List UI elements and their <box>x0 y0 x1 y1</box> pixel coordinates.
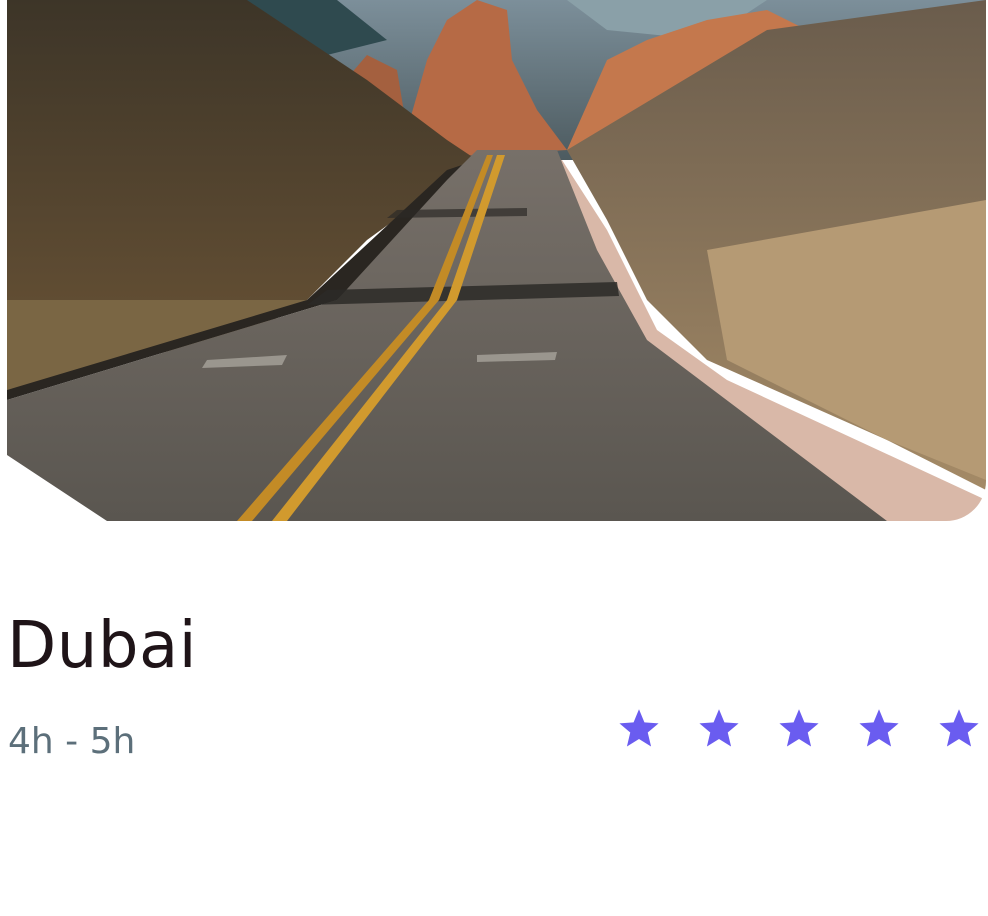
star-icon[interactable] <box>614 704 664 754</box>
destination-photo[interactable] <box>7 0 986 521</box>
star-icon[interactable] <box>854 704 904 754</box>
destination-title: Dubai <box>7 609 197 683</box>
trip-duration: 4h - 5h <box>8 721 136 762</box>
star-rating[interactable] <box>614 704 984 754</box>
destination-card[interactable]: Dubai 4h - 5h <box>0 0 988 916</box>
road-landscape-image <box>7 0 986 521</box>
star-icon[interactable] <box>934 704 984 754</box>
star-icon[interactable] <box>694 704 744 754</box>
star-icon[interactable] <box>774 704 824 754</box>
